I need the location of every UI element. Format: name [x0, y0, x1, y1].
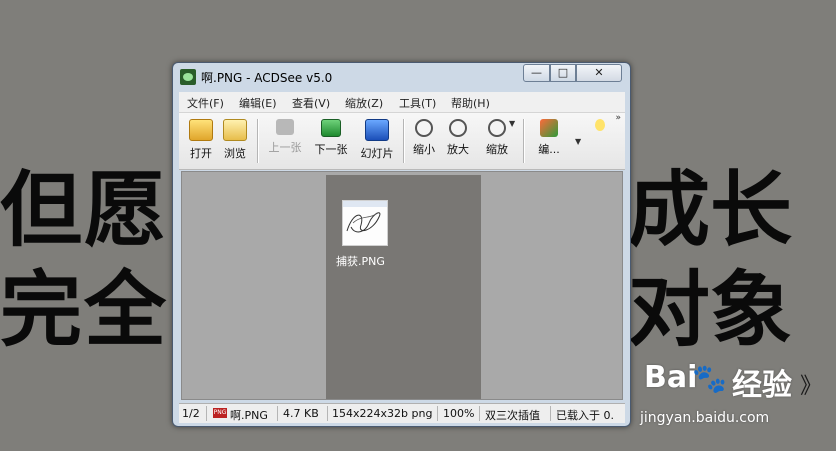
menu-tools[interactable]: 工具(T) — [399, 95, 436, 111]
png-file-icon: PNG — [213, 408, 227, 418]
baidu-logo-suffix: 经验 — [732, 368, 792, 403]
edit-label: 编... — [538, 143, 560, 156]
slideshow-label: 幻灯片 — [360, 147, 394, 160]
zoom-out-label: 缩小 — [413, 143, 435, 156]
browse-icon — [223, 119, 247, 141]
menu-bar: 文件(F) 编辑(E) 查看(V) 缩放(Z) 工具(T) 帮助(H) — [179, 92, 625, 113]
edit-icon — [540, 119, 558, 137]
minimize-button[interactable]: — — [523, 64, 550, 82]
next-image-icon — [321, 119, 341, 137]
toolbar-separator — [257, 119, 259, 163]
toolbar-more-icon[interactable]: » — [615, 113, 621, 123]
baidu-logo-text: Bai — [644, 360, 698, 395]
menu-edit[interactable]: 编辑(E) — [239, 95, 277, 111]
menu-file[interactable]: 文件(F) — [187, 95, 224, 111]
edit-button[interactable]: 编... — [531, 117, 567, 165]
menu-help[interactable]: 帮助(H) — [451, 95, 490, 111]
open-label: 打开 — [190, 147, 212, 160]
open-button[interactable]: 打开 — [187, 117, 215, 165]
background-text-line1: 但愿 — [0, 163, 169, 258]
slideshow-button[interactable]: 幻灯片 — [357, 117, 397, 165]
next-image-button[interactable]: 下一张 — [311, 117, 351, 165]
close-button[interactable]: ✕ — [576, 64, 622, 82]
status-separator — [550, 406, 551, 421]
edit-dropdown-arrow-icon[interactable]: ▼ — [575, 137, 581, 146]
background-text-line2: 完全 — [0, 263, 169, 358]
prev-image-label: 上一张 — [268, 141, 302, 154]
thumbnail-label: 捕获.PNG — [336, 255, 385, 268]
zoom-out-button[interactable]: 缩小 — [409, 117, 439, 165]
browse-label: 浏览 — [224, 147, 246, 160]
status-interpolation: 双三次插值 — [485, 409, 540, 422]
toolbar-separator — [523, 119, 525, 163]
zoom-out-icon — [415, 119, 433, 137]
baidu-watermark: Bai 🐾 经验 jingyan.baidu.com 》 — [640, 360, 830, 440]
status-separator — [327, 406, 328, 421]
status-separator — [479, 406, 480, 421]
menu-view[interactable]: 查看(V) — [292, 95, 330, 111]
next-image-label: 下一张 — [314, 143, 348, 156]
prev-image-icon — [276, 119, 294, 135]
overflow-tool[interactable] — [595, 117, 617, 165]
zoom-in-button[interactable]: 放大 — [443, 117, 473, 165]
status-zoom: 100% — [443, 407, 475, 420]
maximize-button[interactable]: □ — [550, 64, 576, 82]
toolbar-separator — [403, 119, 405, 163]
browse-button[interactable]: 浏览 — [221, 117, 249, 165]
title-bar[interactable]: 啊.PNG - ACDSee v5.0 — □ ✕ — [173, 63, 630, 91]
paw-icon: 🐾 — [692, 362, 727, 395]
acdsee-window: 啊.PNG - ACDSee v5.0 — □ ✕ 文件(F) 编辑(E) 查看… — [172, 62, 631, 427]
lightbulb-icon — [595, 119, 605, 131]
status-dimensions: 154x224x32b png — [332, 407, 433, 420]
status-load-time: 已载入于 0. — [556, 409, 614, 422]
zoom-in-icon — [449, 119, 467, 137]
window-title: 啊.PNG - ACDSee v5.0 — [201, 71, 333, 85]
status-page: 1/2 — [182, 407, 200, 420]
slideshow-icon — [365, 119, 389, 141]
viewer-area[interactable]: 捕获.PNG — [181, 171, 623, 400]
prev-image-button[interactable]: 上一张 — [265, 117, 305, 165]
status-bar: 1/2 PNG 啊.PNG 4.7 KB 154x224x32b png 100… — [179, 403, 625, 423]
open-folder-icon — [189, 119, 213, 141]
image-display[interactable]: 捕获.PNG — [326, 175, 481, 399]
status-separator — [437, 406, 438, 421]
watermark-site: jingyan.baidu.com — [640, 410, 770, 426]
background-text-line1-right: 成长 — [628, 163, 793, 258]
zoom-icon — [488, 119, 506, 137]
background-text-line2-right: 对象 — [628, 263, 793, 358]
zoom-label: 缩放 — [486, 143, 508, 156]
thumbnail-image[interactable] — [342, 200, 388, 246]
acdsee-app-icon[interactable] — [180, 69, 196, 85]
status-separator — [277, 406, 278, 421]
toolbar: 打开 浏览 上一张 下一张 幻灯片 缩小 放大 缩放 ▼ 编... ▼ » — [179, 113, 625, 170]
status-filesize: 4.7 KB — [283, 407, 319, 420]
watermark-deco: 》 — [800, 374, 823, 399]
zoom-in-label: 放大 — [447, 143, 469, 156]
zoom-dropdown-arrow-icon[interactable]: ▼ — [509, 119, 515, 128]
status-filename: 啊.PNG — [230, 409, 268, 422]
scribble-thumbnail-icon — [343, 201, 387, 233]
menu-zoom[interactable]: 缩放(Z) — [345, 95, 383, 111]
status-separator — [206, 406, 207, 421]
